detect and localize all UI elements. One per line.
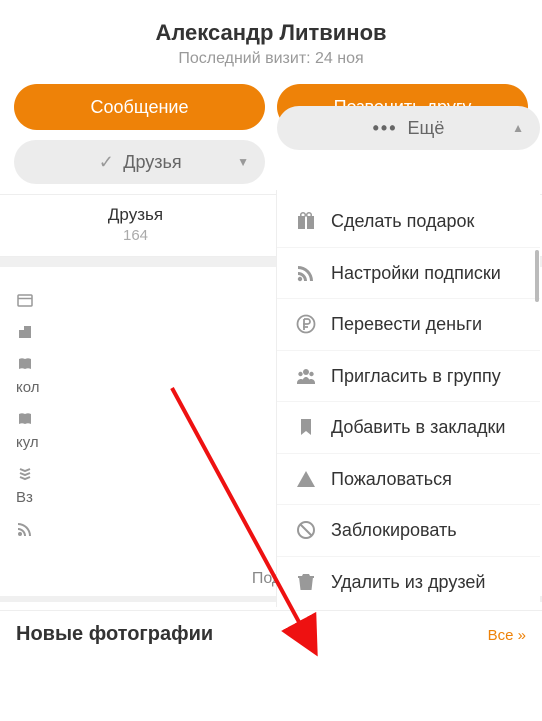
menu-item-label: Заблокировать	[331, 519, 522, 542]
profile-name: Александр Литвинов	[0, 20, 542, 46]
trash-icon	[295, 571, 317, 593]
menu-item-label: Добавить в закладки	[331, 416, 522, 439]
chevron-down-icon: ▼	[237, 155, 249, 169]
chevron-up-icon: ▲	[512, 121, 524, 135]
friends-pill-label: Друзья	[123, 152, 181, 173]
menu-item-bookmark[interactable]: Добавить в закладки	[277, 401, 540, 453]
ruble-icon	[295, 313, 317, 335]
scrollbar-thumb[interactable]	[535, 250, 539, 302]
tab-friends-label: Друзья	[0, 205, 271, 225]
menu-item-label: Сделать подарок	[331, 210, 522, 233]
menu-item-ruble[interactable]: Перевести деньги	[277, 298, 540, 350]
friends-pill[interactable]: ✓ Друзья ▼	[14, 140, 265, 184]
menu-item-block[interactable]: Заблокировать	[277, 504, 540, 556]
menu-item-label: Перевести деньги	[331, 313, 522, 336]
menu-item-rss[interactable]: Настройки подписки	[277, 247, 540, 299]
menu-item-group[interactable]: Пригласить в группу	[277, 350, 540, 402]
tab-friends[interactable]: Друзья 164	[0, 195, 271, 256]
menu-item-label: Настройки подписки	[331, 262, 522, 285]
more-button-open[interactable]: ••• Ещё ▲	[277, 106, 540, 150]
message-button[interactable]: Сообщение	[14, 84, 265, 130]
warn-icon	[295, 468, 317, 490]
menu-item-warn[interactable]: Пожаловаться	[277, 453, 540, 505]
book-icon	[16, 410, 34, 428]
gift-icon	[295, 210, 317, 232]
rss-icon	[16, 520, 34, 538]
tab-friends-count: 164	[0, 227, 271, 244]
more-button-label: Ещё	[408, 118, 445, 139]
menu-item-label: Пригласить в группу	[331, 365, 522, 388]
book-icon	[16, 355, 34, 373]
menu-item-label: Удалить из друзей	[331, 571, 522, 594]
view-all-link[interactable]: Все »	[488, 627, 526, 644]
block-icon	[295, 519, 317, 541]
bookmark-icon	[295, 416, 317, 438]
calendar-icon	[16, 291, 34, 309]
chevrons-icon	[16, 465, 34, 483]
menu-item-gift[interactable]: Сделать подарок	[277, 196, 540, 247]
rss-icon	[295, 262, 317, 284]
last-visit: Последний визит: 24 ноя	[0, 50, 542, 68]
check-icon: ✓	[97, 153, 115, 171]
more-menu-dropdown: ••• Ещё ▲ Сделать подарокНастройки подпи…	[276, 190, 540, 607]
menu-item-label: Пожаловаться	[331, 468, 522, 491]
group-icon	[295, 365, 317, 387]
dots-icon: •••	[373, 118, 398, 139]
menu-item-trash[interactable]: Удалить из друзей	[277, 556, 540, 608]
section-title-photos: Новые фотографии	[16, 623, 213, 646]
home-icon	[16, 323, 34, 341]
